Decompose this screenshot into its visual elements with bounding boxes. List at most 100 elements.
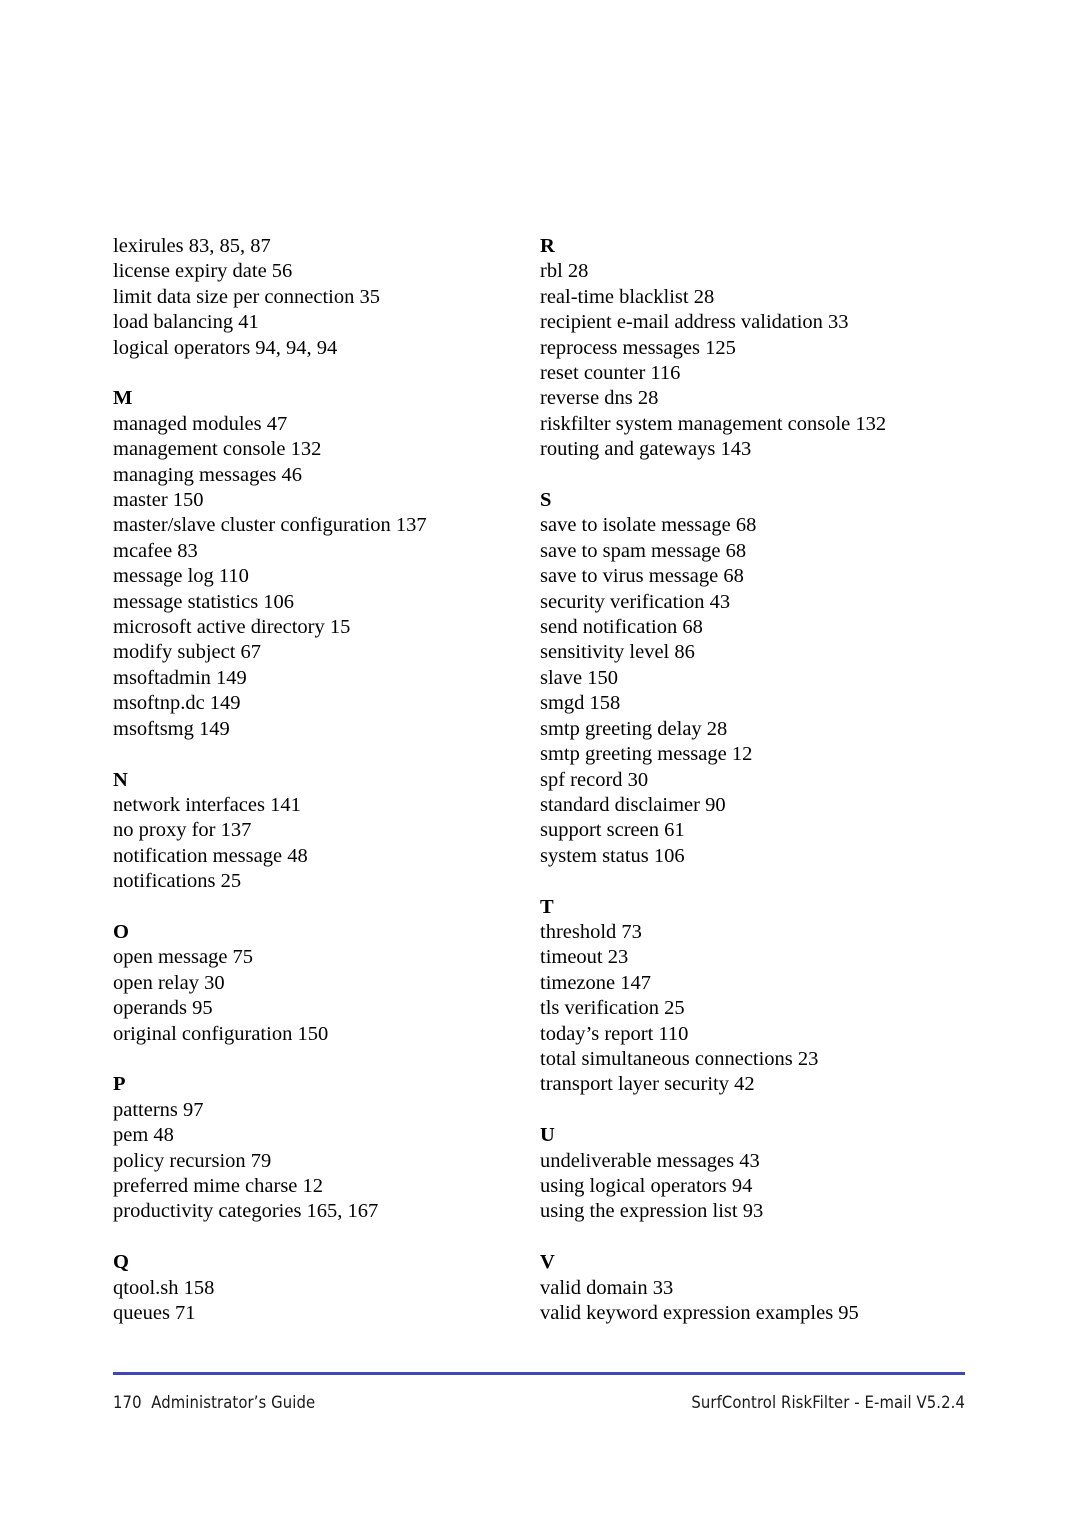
index-entry: send notification 68 [540,616,703,639]
index-section-m: Mmanaged modules 47 management console 13… [113,386,539,742]
index-section-q: Qqtool.sh 158 queues 71 [113,1250,539,1326]
index-entry: using the expression list 93 [540,1200,764,1223]
index-entry: notification message 48 [113,844,308,867]
index-entry: network interfaces 141 [113,793,301,816]
section-heading-letter: T [540,895,554,918]
index-entry: security verification 43 [540,590,731,613]
index-section-u: Uundeliverable messages 43 using logical … [540,1123,965,1225]
index-entry: managed modules 47 [113,412,288,435]
index-entry: no proxy for 137 [113,819,252,842]
index-entry: preferred mime charse 12 [113,1174,324,1197]
section-heading-letter: S [540,489,552,512]
index-entry-list: threshold 73 timeout 23 timezone 147 tls ve… [540,920,965,1098]
section-heading-letter: M [113,387,133,410]
index-section-r: Rrbl 28 real-time blacklist 28 recipient e… [540,234,965,463]
index-entry: slave 150 [540,666,618,689]
index-entry: msoftsmg 149 [113,717,230,740]
index-entry: reverse dns 28 [540,387,659,410]
section-heading-letter: U [540,1124,556,1147]
index-entry: msoftadmin 149 [113,666,247,689]
index-entry: queues 71 [113,1301,196,1324]
section-heading-letter: O [113,920,130,943]
index-entry: standard disclaimer 90 [540,793,726,816]
index-entry: save to spam message 68 [540,539,747,562]
index-entry: reprocess messages 125 [540,336,736,359]
index-entry-list: managed modules 47 management console 132… [113,412,539,742]
index-entry-list: open message 75 open relay 30 operands 95 o… [113,945,539,1047]
footer-product-label: SurfControl RiskFilter - E-mail V5.2.4 [691,1393,965,1412]
index-entry: pem 48 [113,1124,174,1147]
index-entry: limit data size per connection 35 [113,285,380,308]
index-entry: smtp greeting message 12 [540,743,753,766]
index-entry: managing messages 46 [113,463,303,486]
index-entry: reset counter 116 [540,362,681,385]
section-heading-letter: V [540,1251,556,1274]
index-entry-list: undeliverable messages 43 using logical o… [540,1149,965,1225]
section-heading-letter: N [113,768,129,791]
index-entry: license expiry date 56 [113,260,293,283]
index-entry-list: save to isolate message 68 save to spam m… [540,513,965,869]
index-column-right: Rrbl 28 real-time blacklist 28 recipient e… [539,234,965,1326]
index-entry: today’s report 110 [540,1022,689,1045]
index-entry: undeliverable messages 43 [540,1149,760,1172]
index-section-n: Nnetwork interfaces 141 no proxy for 137 n… [113,768,539,895]
index-entry: mcafee 83 [113,539,198,562]
index-entry: microsoft active directory 15 [113,616,351,639]
section-heading-letter: R [540,235,556,257]
index-section-continued: lexirules 83, 85, 87 license expiry date … [113,234,539,361]
index-entry: routing and gateways 143 [540,438,752,461]
index-entry: logical operators 94, 94, 94 [113,336,338,359]
index-entry: message log 110 [113,565,249,588]
index-section-o: Oopen message 75 open relay 30 operands 95… [113,920,539,1047]
index-entry-list: qtool.sh 158 queues 71 [113,1276,539,1327]
index-entry: valid domain 33 [540,1276,674,1299]
index-entry: timezone 147 [540,971,652,994]
index-entry: original configuration 150 [113,1022,329,1045]
index-entry: msoftnp.dc 149 [113,692,241,715]
index-entry: valid keyword expression examples 95 [540,1302,859,1324]
index-entry: timeout 23 [540,946,629,969]
index-entry: master/slave cluster configuration 137 [113,514,427,537]
section-heading-letter: Q [113,1251,130,1274]
index-entry: tls verification 25 [540,997,685,1020]
index-entry: real-time blacklist 28 [540,285,715,308]
index-entry: threshold 73 [540,920,642,943]
index-entry: open relay 30 [113,971,225,994]
index-entry-list: valid domain 33 valid keyword expression … [540,1276,965,1327]
index-entry: modify subject 67 [113,641,262,664]
index-entry: using logical operators 94 [540,1174,753,1197]
index-entry: transport layer security 42 [540,1073,755,1096]
index-entry: save to isolate message 68 [540,514,757,537]
index-entry: spf record 30 [540,768,649,791]
footer-divider-rule [113,1372,965,1375]
footer-page-label: 170 Administrator’s Guide [113,1393,316,1412]
index-entry-list: lexirules 83, 85, 87 license expiry date … [113,234,539,361]
index-entry: recipient e-mail address validation 33 [540,311,849,334]
index-entry: riskfilter system management console 132 [540,412,887,435]
index-entry: policy recursion 79 [113,1149,272,1172]
index-entry: smtp greeting delay 28 [540,717,728,740]
index-entry: sensitivity level 86 [540,641,695,664]
index-entry: save to virus message 68 [540,565,744,588]
index-section-p: Ppatterns 97 pem 48 policy recursion 79 pre… [113,1072,539,1224]
index-entry: management console 132 [113,438,322,461]
index-entry-list: network interfaces 141 no proxy for 137 no… [113,793,539,895]
index-entry: lexirules 83, 85, 87 [113,235,271,257]
page-footer: 170 Administrator’s Guide SurfControl Ri… [113,1392,965,1414]
index-section-v: Vvalid domain 33 valid keyword expression… [540,1250,965,1326]
index-column-left: lexirules 83, 85, 87 license expiry date … [113,234,539,1326]
section-heading-letter: P [113,1073,126,1096]
index-entry-list: patterns 97 pem 48 policy recursion 79 pref… [113,1098,539,1225]
index-entry: rbl 28 [540,260,589,283]
index-section-s: Ssave to isolate message 68 save to spam … [540,488,965,869]
index-entry: smgd 158 [540,692,621,715]
index-entry: open message 75 [113,946,254,969]
index-entry: load balancing 41 [113,311,259,334]
index-content: lexirules 83, 85, 87 license expiry date … [113,234,965,1326]
index-entry: support screen 61 [540,819,685,842]
index-section-t: Tthreshold 73 timeout 23 timezone 147 tls v… [540,895,965,1098]
index-entry: operands 95 [113,997,213,1020]
index-entry-list: rbl 28 real-time blacklist 28 recipient e-… [540,259,965,462]
index-page: lexirules 83, 85, 87 license expiry date … [0,0,1080,1527]
index-entry: total simultaneous connections 23 [540,1047,819,1070]
